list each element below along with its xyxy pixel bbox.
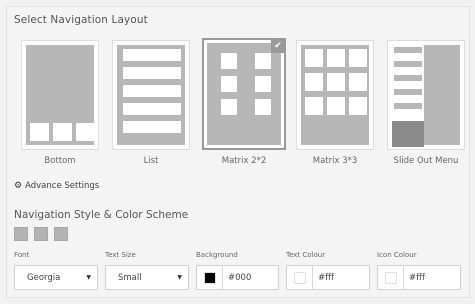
section-title: Select Navigation Layout bbox=[14, 14, 148, 26]
font-value: Georgia bbox=[27, 272, 61, 283]
background-color-input[interactable]: #000 bbox=[196, 265, 279, 290]
dropdown-arrow-icon: ▼ bbox=[86, 274, 91, 281]
layout-label-list: List bbox=[143, 156, 159, 166]
layout-preview-slide-out-menu bbox=[392, 45, 460, 147]
text-size-label: Text Size bbox=[105, 251, 136, 259]
style-scheme-title: Navigation Style & Color Scheme bbox=[14, 209, 189, 221]
style-swatch-3[interactable] bbox=[54, 227, 68, 241]
font-label: Font bbox=[14, 251, 30, 259]
layout-option-list[interactable] bbox=[112, 40, 190, 150]
layout-label-bottom: Bottom bbox=[44, 156, 76, 166]
background-color-chip[interactable] bbox=[204, 271, 216, 284]
checkmark-icon: ✔ bbox=[271, 39, 285, 53]
advance-settings-link[interactable]: ⚙ Advance Settings bbox=[14, 181, 99, 191]
layout-option-matrix-3x3[interactable] bbox=[296, 40, 374, 150]
icon-colour-input[interactable]: #fff bbox=[377, 265, 461, 290]
text-colour-label: Text Colour bbox=[286, 251, 326, 259]
style-swatch-2[interactable] bbox=[34, 227, 48, 241]
layout-preview-matrix-3x3 bbox=[301, 45, 369, 145]
layout-preview-matrix-2x2 bbox=[207, 43, 281, 145]
background-color-value: #000 bbox=[228, 272, 252, 283]
gear-icon: ⚙ bbox=[14, 181, 23, 191]
layout-label-matrix-2x2: Matrix 2*2 bbox=[221, 156, 267, 166]
layout-option-slide-out-menu[interactable] bbox=[387, 40, 465, 150]
text-colour-value: #fff bbox=[318, 272, 334, 283]
dropdown-arrow-icon: ▼ bbox=[177, 274, 182, 281]
text-size-value: Small bbox=[118, 272, 142, 283]
text-size-select[interactable]: Small ▼ bbox=[105, 265, 189, 290]
layout-preview-list bbox=[117, 45, 185, 145]
layout-option-bottom[interactable] bbox=[21, 40, 99, 150]
font-select[interactable]: Georgia ▼ bbox=[14, 265, 98, 290]
layout-label-slide-out-menu: Slide Out Menu bbox=[393, 156, 459, 166]
text-colour-input[interactable]: #fff bbox=[286, 265, 370, 290]
icon-colour-label: Icon Colour bbox=[377, 251, 417, 259]
icon-colour-chip[interactable] bbox=[385, 271, 397, 284]
style-swatch-1[interactable] bbox=[14, 227, 28, 241]
layout-option-matrix-2x2[interactable]: ✔ bbox=[202, 38, 286, 150]
background-label: Background bbox=[196, 251, 238, 259]
layout-label-matrix-3x3: Matrix 3*3 bbox=[312, 156, 358, 166]
advance-settings-label: Advance Settings bbox=[25, 181, 100, 191]
layout-preview-bottom bbox=[26, 45, 95, 145]
icon-colour-value: #fff bbox=[409, 272, 425, 283]
text-colour-chip[interactable] bbox=[294, 271, 306, 284]
